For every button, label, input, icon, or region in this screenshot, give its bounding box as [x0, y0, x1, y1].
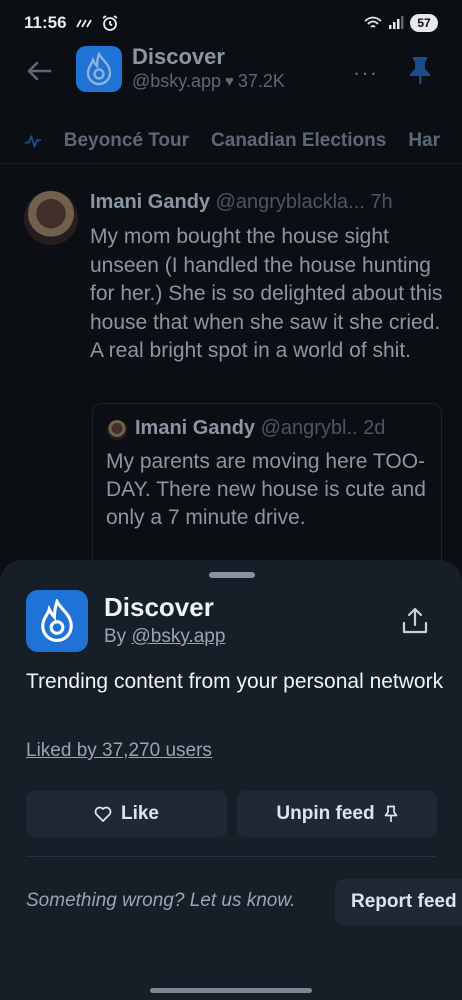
quote-text: My parents are moving here TOO-DAY. Ther…	[106, 450, 426, 529]
report-prompt: Something wrong? Let us know.	[26, 890, 296, 911]
sheet-description: Trending content from your personal netw…	[26, 670, 444, 693]
trending-topic[interactable]: Beyoncé Tour	[64, 130, 189, 152]
pin-icon[interactable]	[406, 54, 434, 86]
feed-header: Discover @bsky.app ♥ 37.2K ···	[0, 44, 462, 100]
feed-like-count: 37.2K	[237, 71, 285, 91]
post[interactable]: Imani Gandy @angryblackla... 7h My mom b…	[0, 175, 462, 603]
heart-outline-icon	[94, 806, 112, 822]
post-author-name[interactable]: Imani Gandy	[90, 191, 210, 213]
sheet-title: Discover	[104, 592, 214, 622]
screen: 11:56 57 Discover @bsky.app ♥ 37.2K ··· …	[0, 0, 462, 1000]
discover-flame-icon	[41, 599, 73, 642]
status-time: 11:56	[24, 13, 67, 32]
like-button-label: Like	[120, 803, 160, 824]
sheet-drag-handle[interactable]	[209, 572, 255, 578]
trending-icon	[24, 134, 41, 148]
divider	[26, 856, 436, 857]
sheet-creator-link[interactable]: @bsky.app	[131, 626, 225, 647]
post-text: My mom bought the house sight unseen (I …	[90, 225, 443, 362]
post-meta: Imani Gandy @angryblackla... 7h	[90, 191, 393, 214]
home-indicator[interactable]	[150, 988, 312, 993]
back-arrow-icon[interactable]	[24, 56, 54, 86]
quote-time: 2d	[363, 417, 386, 439]
report-button-label: Report feed	[351, 891, 457, 912]
avatar[interactable]	[24, 191, 78, 245]
post-author-handle: @angryblackla...	[215, 191, 365, 213]
sheet-creator: By @bsky.app	[104, 626, 225, 648]
sheet-feed-avatar	[26, 590, 88, 652]
status-bar: 11:56 57	[0, 0, 462, 46]
like-button[interactable]: Like	[26, 791, 227, 837]
pin-outline-icon	[384, 805, 397, 822]
trending-topic[interactable]: Canadian Elections	[211, 130, 386, 152]
quote-meta: Imani Gandy @angrybl.. 2d	[135, 417, 385, 440]
share-icon[interactable]	[400, 606, 430, 636]
status-left-icons	[75, 14, 119, 32]
unpin-button-label: Unpin feed	[276, 803, 375, 824]
signal-icon	[389, 16, 404, 29]
more-options-icon[interactable]: ···	[353, 60, 378, 86]
wifi-icon	[364, 16, 382, 28]
quote-author-handle: @angrybl..	[260, 417, 358, 439]
alarm-icon	[102, 15, 118, 31]
feed-avatar	[76, 46, 122, 92]
unpin-feed-button[interactable]: Unpin feed	[237, 791, 437, 837]
quote-author-name: Imani Gandy	[135, 417, 256, 439]
status-right-icons: 57	[364, 14, 438, 32]
quote-avatar	[107, 420, 127, 440]
data-saver-icon	[75, 19, 92, 28]
battery-indicator: 57	[410, 14, 438, 32]
discover-flame-icon	[86, 52, 112, 86]
post-time: 7h	[370, 191, 393, 213]
sheet-by-prefix: By	[104, 626, 127, 647]
trending-row: Beyoncé Tour Canadian Elections Har	[0, 118, 462, 164]
feed-info-sheet: Discover By @bsky.app Trending content f…	[0, 560, 462, 1000]
heart-icon: ♥	[224, 73, 234, 90]
feed-handle: @bsky.app	[132, 71, 221, 91]
feed-title: Discover	[132, 44, 225, 69]
liked-by-link[interactable]: Liked by 37,270 users	[26, 740, 212, 762]
report-feed-button[interactable]: Report feed	[335, 879, 462, 925]
feed-subtitle: @bsky.app ♥ 37.2K	[132, 71, 285, 92]
trending-topic[interactable]: Har	[408, 130, 440, 152]
